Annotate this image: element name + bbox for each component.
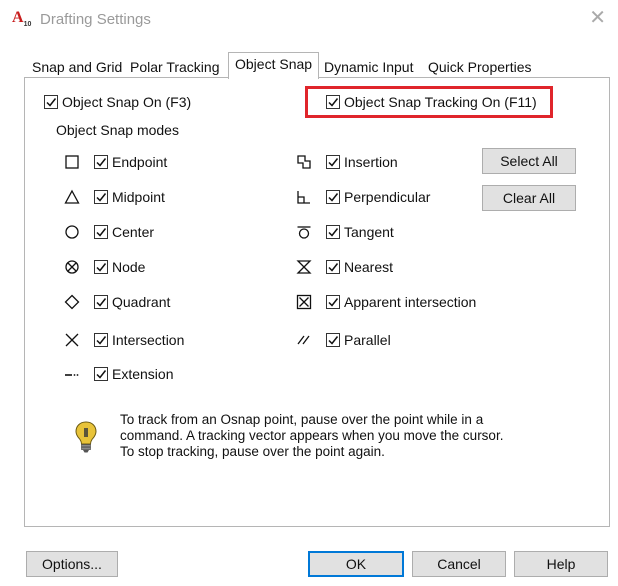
checkbox-box[interactable] — [326, 260, 340, 274]
endpoint-checkbox[interactable]: Endpoint — [94, 152, 167, 172]
select-all-button[interactable]: Select All — [482, 148, 576, 174]
tab-object-snap[interactable]: Object Snap — [228, 52, 320, 79]
perpendicular-label: Perpendicular — [344, 189, 431, 205]
object-snap-on-checkbox[interactable]: Object Snap On (F3) — [44, 92, 191, 112]
apparent-intersection-icon — [294, 292, 314, 312]
title-bar: A10 Drafting Settings ✕ — [0, 0, 618, 40]
insertion-checkbox[interactable]: Insertion — [326, 152, 398, 172]
perpendicular-checkbox[interactable]: Perpendicular — [326, 187, 430, 207]
quadrant-checkbox[interactable]: Quadrant — [94, 292, 170, 312]
node-checkbox[interactable]: Node — [94, 257, 145, 277]
info-line: To stop tracking, pause over the point a… — [120, 444, 385, 459]
checkbox-box[interactable] — [94, 367, 108, 381]
circle-icon — [62, 222, 82, 242]
checkbox-box[interactable] — [94, 333, 108, 347]
checkbox-box[interactable] — [326, 295, 340, 309]
insertion-label: Insertion — [344, 154, 398, 170]
checkbox-box[interactable] — [326, 95, 340, 109]
info-line: To track from an Osnap point, pause over… — [120, 412, 484, 427]
parallel-icon — [294, 330, 314, 350]
diamond-icon — [62, 292, 82, 312]
object-snap-tracking-label: Object Snap Tracking On (F11) — [344, 94, 537, 110]
checkbox-box[interactable] — [326, 225, 340, 239]
checkbox-box[interactable] — [94, 190, 108, 204]
checkbox-box[interactable] — [326, 155, 340, 169]
midpoint-checkbox[interactable]: Midpoint — [94, 187, 165, 207]
checkbox-box[interactable] — [94, 260, 108, 274]
apparent-intersection-checkbox[interactable]: Apparent intersection — [326, 292, 476, 312]
checkbox-box[interactable] — [326, 190, 340, 204]
window-title: Drafting Settings — [40, 11, 151, 28]
checkbox-box[interactable] — [94, 295, 108, 309]
extension-checkbox[interactable]: Extension — [94, 364, 173, 384]
square-icon — [62, 152, 82, 172]
help-button[interactable]: Help — [514, 551, 608, 577]
clear-all-button[interactable]: Clear All — [482, 185, 576, 211]
extension-icon — [62, 364, 82, 384]
nearest-label: Nearest — [344, 259, 394, 275]
center-checkbox[interactable]: Center — [94, 222, 154, 242]
intersection-label: Intersection — [112, 332, 185, 348]
insertion-icon — [294, 152, 314, 172]
endpoint-label: Endpoint — [112, 154, 168, 170]
tangent-icon — [294, 222, 314, 242]
checkbox-box[interactable] — [326, 333, 340, 347]
checkbox-box[interactable] — [44, 95, 58, 109]
ok-button[interactable]: OK — [308, 551, 404, 577]
tab-quick-properties[interactable]: Quick Properties — [422, 56, 537, 78]
midpoint-label: Midpoint — [112, 189, 165, 205]
app-icon-letter: A — [12, 9, 24, 26]
tab-snap-and-grid[interactable]: Snap and Grid — [26, 56, 128, 78]
x-icon — [62, 330, 82, 350]
info-line: command. A tracking vector appears when … — [120, 428, 504, 443]
node-icon — [62, 257, 82, 277]
nearest-icon — [294, 257, 314, 277]
tangent-checkbox[interactable]: Tangent — [326, 222, 394, 242]
autocad-app-icon: A10 — [12, 9, 34, 29]
tab-dynamic-input[interactable]: Dynamic Input — [318, 56, 419, 78]
parallel-checkbox[interactable]: Parallel — [326, 330, 391, 350]
triangle-icon — [62, 187, 82, 207]
nearest-checkbox[interactable]: Nearest — [326, 257, 393, 277]
options-button[interactable]: Options... — [26, 551, 118, 577]
extension-label: Extension — [112, 366, 174, 382]
tab-polar-tracking[interactable]: Polar Tracking — [124, 56, 225, 78]
checkbox-box[interactable] — [94, 225, 108, 239]
node-label: Node — [112, 259, 146, 275]
cancel-button[interactable]: Cancel — [412, 551, 506, 577]
lightbulb-icon — [74, 420, 98, 454]
quadrant-label: Quadrant — [112, 294, 171, 310]
app-icon-version: 10 — [23, 21, 32, 29]
checkbox-box[interactable] — [94, 155, 108, 169]
object-snap-on-label: Object Snap On (F3) — [62, 94, 192, 110]
perpendicular-icon — [294, 187, 314, 207]
apparent-intersection-label: Apparent intersection — [344, 294, 477, 310]
close-icon[interactable]: ✕ — [589, 6, 606, 30]
center-label: Center — [112, 224, 155, 240]
intersection-checkbox[interactable]: Intersection — [94, 330, 184, 350]
tangent-label: Tangent — [344, 224, 394, 240]
object-snap-tracking-checkbox[interactable]: Object Snap Tracking On (F11) — [326, 92, 537, 112]
tracking-info-text: To track from an Osnap point, pause over… — [120, 412, 560, 460]
snap-modes-heading: Object Snap modes — [56, 122, 179, 138]
parallel-label: Parallel — [344, 332, 391, 348]
